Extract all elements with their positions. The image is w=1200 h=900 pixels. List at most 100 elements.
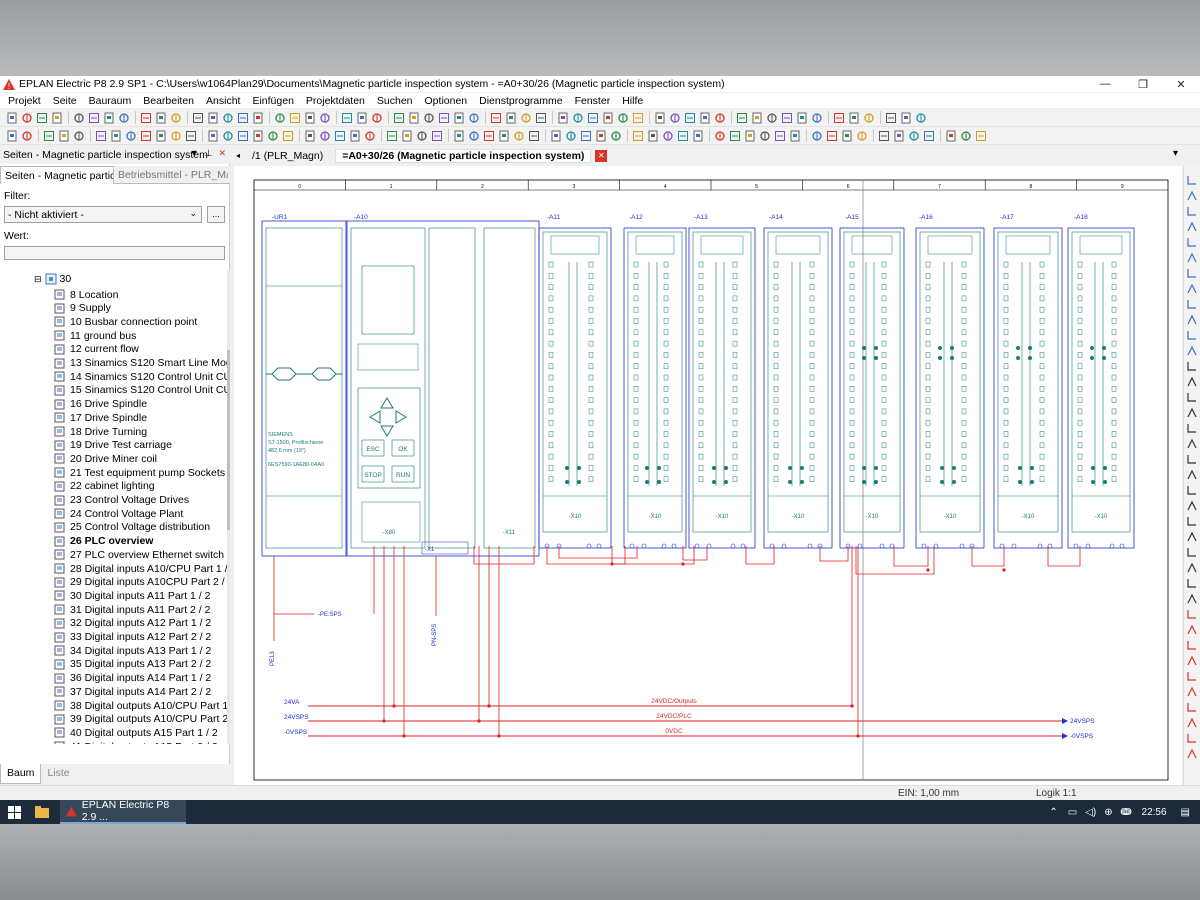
toolbar-tool-icon[interactable] (222, 112, 234, 124)
tree-root[interactable]: ⊟ 30 (34, 272, 71, 286)
toolbar-tool-icon[interactable] (341, 112, 353, 124)
insert-symbol-icon[interactable] (1186, 546, 1198, 558)
toolbar-tool-icon[interactable] (841, 130, 853, 142)
insert-symbol-icon[interactable] (1186, 329, 1198, 341)
toolbar-tool-icon[interactable] (811, 130, 823, 142)
toolbar-tool-icon[interactable] (21, 112, 33, 124)
toolbar-tool-icon[interactable] (393, 112, 405, 124)
toolbar-tool-icon[interactable] (6, 112, 18, 124)
doc-tab-prev-icon[interactable]: ◂ (236, 151, 240, 160)
insert-symbol-icon[interactable] (1186, 453, 1198, 465)
tree-item[interactable]: 19 Drive Test carriage (54, 439, 172, 452)
toolbar-tool-icon[interactable] (826, 130, 838, 142)
network-icon[interactable]: ▭ (1068, 807, 1077, 818)
tree-item[interactable]: 17 Drive Spindle (54, 411, 147, 424)
menu-seite[interactable]: Seite (51, 95, 79, 107)
insert-symbol-icon[interactable] (1186, 174, 1198, 186)
toolbar-tool-icon[interactable] (103, 112, 115, 124)
toolbar-tool-icon[interactable] (237, 112, 249, 124)
tree-item[interactable]: 9 Supply (54, 302, 111, 315)
toolbar-tool-icon[interactable] (371, 112, 383, 124)
toolbar-tool-icon[interactable] (811, 112, 823, 124)
toolbar-tool-icon[interactable] (632, 130, 644, 142)
tree-item[interactable]: 21 Test equipment pump Sockets (54, 466, 225, 479)
toolbar-tool-icon[interactable] (408, 112, 420, 124)
toolbar-tool-icon[interactable] (908, 130, 920, 142)
insert-symbol-icon[interactable] (1186, 283, 1198, 295)
insert-symbol-icon[interactable] (1186, 686, 1198, 698)
minimize-button[interactable]: — (1086, 76, 1124, 92)
tree-item[interactable]: 39 Digital outputs A10/CPU Part 2 (54, 713, 227, 726)
tray-chevron-icon[interactable]: ⌃ (1049, 807, 1057, 818)
tree-item[interactable]: 29 Digital inputs A10CPU Part 2 / 2 (54, 576, 227, 589)
toolbar-tool-icon[interactable] (58, 130, 70, 142)
insert-symbol-icon[interactable] (1186, 298, 1198, 310)
insert-symbol-icon[interactable] (1186, 391, 1198, 403)
toolbar-tool-icon[interactable] (595, 130, 607, 142)
toolbar-tool-icon[interactable] (483, 130, 495, 142)
taskbar-eplan-app[interactable]: EPLAN Electric P8 2.9 ... (60, 799, 186, 824)
toolbar-tool-icon[interactable] (118, 112, 130, 124)
toolbar-tool-icon[interactable] (580, 130, 592, 142)
toolbar-tool-icon[interactable] (781, 112, 793, 124)
toolbar-tool-icon[interactable] (155, 130, 167, 142)
toolbar-tool-icon[interactable] (557, 112, 569, 124)
toolbar-tool-icon[interactable] (617, 112, 629, 124)
maximize-button[interactable]: ❐ (1124, 76, 1162, 92)
tree-item[interactable]: 41 Digital outputs A15 Part 2 / 2 (54, 740, 218, 744)
insert-symbol-icon[interactable] (1186, 345, 1198, 357)
toolbar-tool-icon[interactable] (654, 112, 666, 124)
toolbar-tool-icon[interactable] (192, 112, 204, 124)
toolbar-tool-icon[interactable] (744, 130, 756, 142)
toolbar-tool-icon[interactable] (677, 130, 689, 142)
insert-symbol-icon[interactable] (1186, 624, 1198, 636)
volume-icon[interactable]: ◁) (1085, 807, 1096, 818)
toolbar-tool-icon[interactable] (893, 130, 905, 142)
insert-symbol-icon[interactable] (1186, 701, 1198, 713)
toolbar-tool-icon[interactable] (274, 112, 286, 124)
insert-symbol-icon[interactable] (1186, 577, 1198, 589)
tree-item[interactable]: 25 Control Voltage distribution (54, 521, 210, 534)
toolbar-tool-icon[interactable] (289, 112, 301, 124)
toolbar-tool-icon[interactable] (647, 130, 659, 142)
toolbar-tool-icon[interactable] (520, 112, 532, 124)
menu-hilfe[interactable]: Hilfe (620, 95, 645, 107)
toolbar-tool-icon[interactable] (319, 130, 331, 142)
insert-symbol-icon[interactable] (1186, 205, 1198, 217)
toolbar-tool-icon[interactable] (468, 112, 480, 124)
insert-symbol-icon[interactable] (1186, 314, 1198, 326)
toolbar-tool-icon[interactable] (505, 112, 517, 124)
toolbar-tool-icon[interactable] (796, 112, 808, 124)
toolbar-tool-icon[interactable] (490, 112, 502, 124)
toolbar-tool-icon[interactable] (572, 112, 584, 124)
menu-ansicht[interactable]: Ansicht (204, 95, 242, 107)
tree-item[interactable]: 37 Digital inputs A14 Part 2 / 2 (54, 685, 211, 698)
toolbar-tool-icon[interactable] (975, 130, 987, 142)
toolbar-tool-icon[interactable] (267, 130, 279, 142)
toolbar-tool-icon[interactable] (885, 112, 897, 124)
toolbar-tool-icon[interactable] (356, 112, 368, 124)
insert-symbol-icon[interactable] (1186, 670, 1198, 682)
toolbar-tool-icon[interactable] (587, 112, 599, 124)
tree-item[interactable]: 14 Sinamics S120 Control Unit CU3 (54, 370, 227, 383)
toolbar-tool-icon[interactable] (252, 112, 264, 124)
menu-suchen[interactable]: Suchen (375, 95, 415, 107)
doc-tab-current[interactable]: =A0+30/26 (Magnetic particle inspection … (335, 148, 592, 163)
toolbar-tool-icon[interactable] (423, 112, 435, 124)
menu-einfuegen[interactable]: Einfügen (250, 95, 295, 107)
toolbar-tool-icon[interactable] (36, 112, 48, 124)
tree-item[interactable]: 10 Busbar connection point (54, 315, 197, 328)
toolbar-tool-icon[interactable] (282, 130, 294, 142)
tree-scrollbar[interactable] (227, 270, 230, 744)
insert-symbol-icon[interactable] (1186, 732, 1198, 744)
toolbar-tool-icon[interactable] (550, 130, 562, 142)
insert-symbol-icon[interactable] (1186, 221, 1198, 233)
toolbar-tool-icon[interactable] (73, 130, 85, 142)
tree-item[interactable]: 31 Digital inputs A11 Part 2 / 2 (54, 603, 210, 616)
tree-item[interactable]: 11 ground bus (54, 329, 136, 342)
toolbar-tool-icon[interactable] (662, 130, 674, 142)
toolbar-tool-icon[interactable] (6, 130, 18, 142)
tree-item[interactable]: 26 PLC overview (54, 535, 153, 548)
insert-symbol-icon[interactable] (1186, 267, 1198, 279)
toolbar-tool-icon[interactable] (766, 112, 778, 124)
